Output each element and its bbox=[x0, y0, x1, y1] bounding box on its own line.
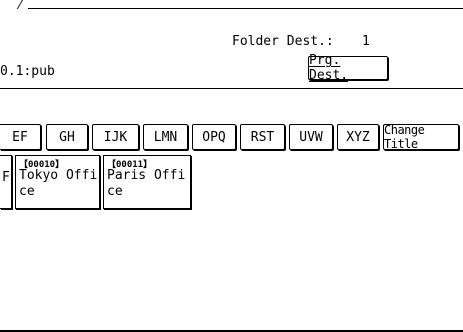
tab-opq[interactable]: OPQ bbox=[192, 124, 236, 150]
tab-ijk[interactable]: IJK bbox=[92, 124, 139, 150]
destination-key-paris-office[interactable]: 【00011】 Paris Offi ce bbox=[103, 155, 191, 209]
destination-list: F 【00010】 Tokyo Offi ce 【00011】 Paris Of… bbox=[0, 155, 463, 211]
tab-lmn[interactable]: LMN bbox=[143, 124, 188, 150]
folder-dest-label: Folder Dest.: bbox=[232, 34, 334, 49]
tab-ef[interactable]: EF bbox=[0, 124, 41, 150]
title-tab-strip bbox=[0, 0, 463, 10]
prg-dest-button[interactable]: Prg. Dest. bbox=[308, 53, 388, 83]
destination-name: Paris Offi ce bbox=[107, 168, 186, 199]
change-title-button[interactable]: Change Title bbox=[383, 123, 459, 151]
title-tab-rule bbox=[28, 8, 463, 9]
tab-xyz[interactable]: XYZ bbox=[337, 124, 379, 150]
tab-gh[interactable]: GH bbox=[46, 124, 88, 150]
destination-path: 0.1:pub bbox=[0, 64, 55, 79]
destination-key-tokyo-office[interactable]: 【00010】 Tokyo Offi ce bbox=[15, 155, 100, 209]
header-divider bbox=[0, 88, 463, 89]
destination-name: Tokyo Offi ce bbox=[19, 168, 98, 199]
tab-uvw[interactable]: UVW bbox=[289, 124, 333, 150]
screen: Folder Dest.: 1 0.1:pub Prg. Dest. EF GH… bbox=[0, 0, 463, 332]
tab-rst[interactable]: RST bbox=[240, 124, 285, 150]
header: Folder Dest.: 1 0.1:pub Prg. Dest. bbox=[0, 24, 463, 88]
folder-dest-count: 1 bbox=[362, 34, 370, 49]
destination-key[interactable]: F bbox=[0, 155, 12, 209]
title-tabs: EF GH IJK LMN OPQ RST UVW XYZ Change Tit… bbox=[0, 123, 463, 151]
